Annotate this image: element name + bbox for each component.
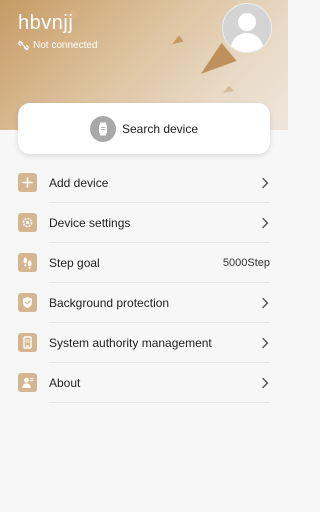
paper-plane-decoration <box>170 34 184 45</box>
search-device-label: Search device <box>121 121 199 136</box>
menu-item-label: Background protection <box>49 296 170 310</box>
step-goal-value: 5000Step <box>222 257 270 269</box>
menu-item-step-goal[interactable]: Step goal 5000Step <box>0 243 288 283</box>
search-device-button[interactable]: Search device <box>18 103 270 154</box>
gear-icon <box>18 213 37 232</box>
menu-item-about[interactable]: About <box>0 363 288 403</box>
menu-item-label: Add device <box>49 176 109 190</box>
chevron-right-icon <box>262 297 269 309</box>
chevron-right-icon <box>262 377 269 389</box>
settings-menu: Add device Device settings Step goal 500… <box>0 163 288 403</box>
connection-status-text: Not connected <box>33 39 98 51</box>
menu-item-system-authority-management[interactable]: System authority management <box>0 323 288 363</box>
menu-item-background-protection[interactable]: Background protection <box>0 283 288 323</box>
menu-item-label: Device settings <box>49 216 131 230</box>
person-icon <box>18 373 37 392</box>
menu-item-add-device[interactable]: Add device <box>0 163 288 203</box>
shield-icon <box>18 293 37 312</box>
plus-icon <box>18 173 37 192</box>
link-off-icon <box>18 40 29 50</box>
chevron-right-icon <box>262 217 269 229</box>
avatar-icon <box>223 4 271 52</box>
phone-icon <box>18 333 37 352</box>
connection-status: Not connected <box>18 39 98 51</box>
menu-item-label: About <box>49 376 81 390</box>
chevron-right-icon <box>262 337 269 349</box>
divider <box>49 402 270 403</box>
watch-icon <box>89 115 116 142</box>
chevron-right-icon <box>262 177 269 189</box>
footsteps-icon <box>18 253 37 272</box>
menu-item-device-settings[interactable]: Device settings <box>0 203 288 243</box>
username: hbvnjj <box>18 12 74 34</box>
menu-item-label: System authority management <box>49 336 212 350</box>
avatar[interactable] <box>222 3 272 53</box>
paper-plane-decoration <box>221 85 234 93</box>
menu-item-label: Step goal <box>49 256 100 270</box>
